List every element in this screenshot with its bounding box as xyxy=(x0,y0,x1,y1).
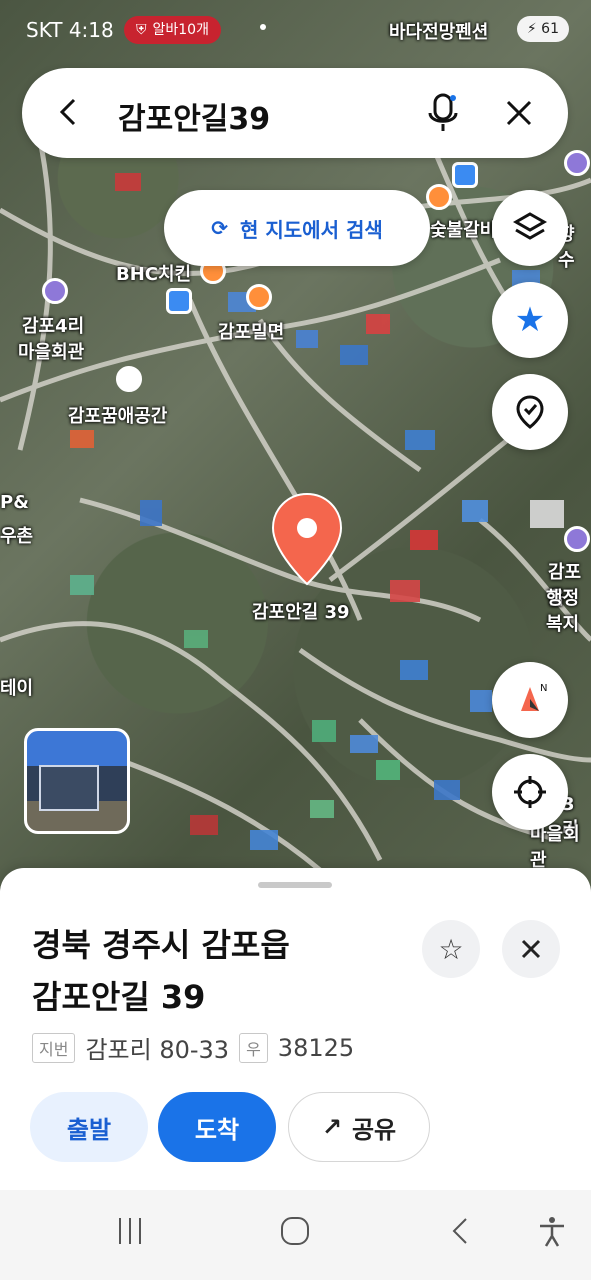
jibun-tag: 지번 xyxy=(32,1032,76,1063)
close-icon[interactable] xyxy=(504,98,534,128)
star-outline-icon: ☆ xyxy=(438,932,464,966)
refresh-icon: ⟳ xyxy=(211,216,229,240)
home-icon[interactable] xyxy=(116,366,142,392)
favorites-button[interactable]: ★ xyxy=(492,282,568,358)
microphone-icon[interactable] xyxy=(426,93,460,133)
alert-badge-text: 알바10개 xyxy=(152,22,209,38)
back-icon[interactable] xyxy=(448,1216,472,1250)
temple-icon[interactable] xyxy=(564,150,590,176)
search-this-area-button[interactable]: ⟳ 현 지도에서 검색 xyxy=(164,190,430,266)
community-center-icon[interactable] xyxy=(42,278,68,304)
map-label-left1: P& xyxy=(0,492,29,513)
carrier-time: SKT 4:18 xyxy=(26,18,114,42)
zip-value: 38125 xyxy=(277,1033,355,1062)
restaurant-icon[interactable] xyxy=(246,284,272,310)
map-label-galbi: 숯불갈비 xyxy=(430,220,497,241)
compass-button[interactable]: N xyxy=(492,662,568,738)
star-icon: ★ xyxy=(514,300,546,340)
search-this-area-label: 현 지도에서 검색 xyxy=(240,217,383,242)
compass-icon: N xyxy=(521,683,547,711)
crosshair-icon xyxy=(514,776,546,808)
share-button[interactable]: ↗ 공유 xyxy=(288,1092,430,1162)
current-location-button[interactable] xyxy=(492,754,568,830)
search-query[interactable]: 감포안길39 xyxy=(118,94,270,138)
map-label-noodle: 감포밀면 xyxy=(218,322,285,343)
address-meta: 지번 감포리 80-33 우 38125 xyxy=(32,1030,354,1065)
notification-dot xyxy=(260,24,266,30)
arrive-route-label: 도착 xyxy=(194,1115,240,1144)
pin-address-label: 감포안길 39 xyxy=(252,602,350,623)
restaurant-icon-2[interactable] xyxy=(426,184,452,210)
map-label-right2: 행정복지 xyxy=(546,588,580,635)
back-arrow-icon[interactable] xyxy=(54,96,86,128)
search-bar: 감포안길39 xyxy=(22,68,568,158)
close-sheet-button[interactable] xyxy=(502,920,560,978)
accessibility-icon[interactable] xyxy=(538,1216,566,1252)
svg-text:N: N xyxy=(540,683,547,694)
recent-apps-icon[interactable] xyxy=(116,1216,144,1250)
my-places-button[interactable] xyxy=(492,374,568,450)
map-label-gampo4: 감포4리 xyxy=(22,316,85,337)
bus-stop-icon-2[interactable] xyxy=(452,162,478,188)
battery-status: ⚡ 61 xyxy=(516,16,569,42)
share-icon: ↗ xyxy=(321,1113,342,1141)
map-label-bhc: BHC치킨 xyxy=(116,264,192,285)
start-route-label: 출발 xyxy=(66,1115,112,1144)
alert-badge[interactable]: ⛨ 알바10개 xyxy=(124,16,221,44)
map-label-left3: 테이 xyxy=(0,678,34,699)
jibun-value: 감포리 80-33 xyxy=(85,1036,230,1064)
charging-icon: ⚡ xyxy=(526,21,537,37)
start-route-button[interactable]: 출발 xyxy=(30,1092,148,1162)
government-office-icon[interactable] xyxy=(564,526,590,552)
map-label-left2: 우촌 xyxy=(0,526,34,547)
building-image xyxy=(39,765,99,811)
save-place-button[interactable]: ☆ xyxy=(422,920,480,978)
place-info-sheet: 경북 경주시 감포읍 감포안길 39 ☆ 지번 감포리 80-33 우 3812… xyxy=(0,868,591,1190)
shield-icon: ⛨ xyxy=(136,22,147,38)
close-icon xyxy=(521,939,541,959)
system-navigation-bar xyxy=(0,1190,591,1280)
battery-level: 61 xyxy=(541,21,559,37)
location-pin-icon xyxy=(516,395,544,429)
map-label-dream: 감포꿈애공간 xyxy=(68,406,168,427)
street-view-thumbnail[interactable] xyxy=(24,728,130,834)
status-bar: SKT 4:18 ⛨ 알바10개 ⚡ 61 xyxy=(0,0,591,60)
layers-icon xyxy=(512,212,548,240)
layers-button[interactable] xyxy=(492,190,568,266)
share-label: 공유 xyxy=(351,1115,397,1144)
address-line-2: 감포안길 39 xyxy=(32,978,206,1016)
bus-stop-icon[interactable] xyxy=(166,288,192,314)
home-icon[interactable] xyxy=(280,1216,310,1250)
arrive-route-button[interactable]: 도착 xyxy=(158,1092,276,1162)
zip-tag: 우 xyxy=(239,1032,268,1063)
address-line-1: 경북 경주시 감포읍 xyxy=(32,926,290,964)
drag-handle[interactable] xyxy=(258,882,332,888)
location-pin[interactable] xyxy=(270,492,344,588)
map-label-hall: 마을회관 xyxy=(18,342,85,363)
